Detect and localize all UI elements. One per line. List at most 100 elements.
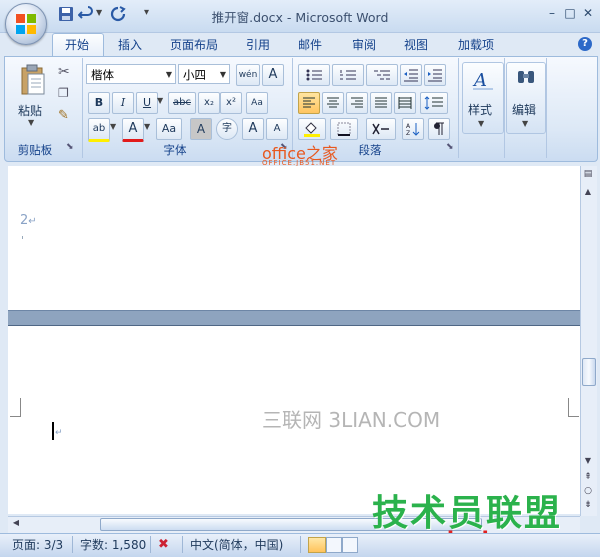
next-page-icon[interactable]: ⇟ (582, 500, 594, 512)
multilevel-list-button[interactable] (366, 64, 398, 86)
align-center-button[interactable] (322, 92, 344, 114)
maximize-button[interactable]: □ (562, 6, 578, 20)
character-shading-button[interactable]: A (190, 118, 212, 140)
paste-button[interactable]: 粘贴 ▼ (12, 62, 52, 130)
tab-addins[interactable]: 加载项 (450, 36, 502, 56)
status-word-count[interactable]: 字数: 1,580 (80, 537, 146, 553)
numbering-button[interactable] (332, 64, 364, 86)
distributed-button[interactable] (394, 92, 416, 114)
clear-formatting-button[interactable]: Aa (246, 92, 268, 114)
ruler-toggle-icon[interactable]: ▤ (582, 169, 594, 183)
tab-home[interactable]: 开始 (52, 36, 102, 56)
status-page[interactable]: 页面: 3/3 (12, 537, 63, 553)
scroll-left-icon[interactable]: ◀ (10, 518, 22, 530)
bullets-button[interactable] (298, 64, 330, 86)
font-name-value: 楷体 (91, 68, 114, 82)
paragraph-group-label: 段落 (358, 143, 382, 157)
tab-view[interactable]: 视图 (398, 36, 434, 56)
show-hide-marks-button[interactable] (428, 118, 450, 140)
office-button[interactable] (5, 3, 47, 45)
enclose-characters-button[interactable]: 字 (216, 118, 238, 140)
browse-object-icon[interactable]: ○ (582, 486, 594, 498)
page-gap (8, 310, 580, 327)
print-layout-view-icon[interactable] (308, 537, 326, 553)
increase-indent-button[interactable] (424, 64, 446, 86)
grow-font-button[interactable]: A (242, 118, 264, 140)
copy-icon[interactable]: ❐ (58, 86, 69, 100)
previous-page-icon[interactable]: ⇞ (582, 472, 594, 484)
font-name-combo[interactable]: 楷体 ▼ (86, 64, 176, 84)
align-right-button[interactable] (346, 92, 368, 114)
multilevel-list-icon (374, 70, 390, 80)
character-border-button[interactable]: A (262, 64, 284, 86)
svg-text:A: A (472, 70, 487, 91)
chinese-layout-icon (372, 123, 389, 135)
font-size-value: 小四 (183, 68, 206, 82)
cut-icon[interactable]: ✂ (58, 64, 70, 80)
change-case-button[interactable]: Aa (156, 118, 182, 140)
svg-text:A: A (406, 123, 411, 130)
tab-references[interactable]: 引用 (240, 36, 276, 56)
paragraph-mark-icon: ↵ (28, 216, 37, 227)
scroll-down-icon[interactable]: ▼ (582, 456, 594, 468)
styles-button[interactable]: A 样式 ▼ (462, 62, 504, 134)
align-left-button[interactable] (298, 92, 320, 114)
close-button[interactable]: ✕ (580, 6, 596, 20)
clipboard-launcher-icon[interactable]: ⬊ (66, 142, 74, 152)
help-icon[interactable]: ? (578, 37, 592, 51)
paragraph-shading-button[interactable] (298, 118, 326, 140)
tab-insert[interactable]: 插入 (110, 36, 150, 56)
sort-icon: AZ (406, 123, 420, 137)
corner-mark-left (20, 398, 21, 416)
status-separator (150, 536, 151, 553)
justify-button[interactable] (370, 92, 392, 114)
strikethrough-button[interactable]: abc (168, 92, 196, 114)
status-separator (300, 536, 301, 553)
proofing-errors-icon[interactable]: ✖ (158, 537, 178, 553)
scroll-up-icon[interactable]: ▲ (582, 187, 594, 199)
italic-button[interactable]: I (112, 92, 134, 114)
paste-icon (21, 64, 45, 95)
highlight-button[interactable]: ab (88, 118, 110, 142)
font-color-button[interactable]: A (122, 118, 144, 142)
bold-button[interactable]: B (88, 92, 110, 114)
minimize-button[interactable]: – (544, 6, 560, 20)
styles-label: 样式 (468, 103, 493, 117)
superscript-button[interactable]: x² (220, 92, 242, 114)
editing-label: 编辑 (512, 103, 537, 117)
phonetic-guide-button[interactable]: wén (236, 64, 260, 86)
shrink-font-button[interactable]: A (266, 118, 288, 140)
underline-button[interactable]: U (136, 92, 158, 114)
highlight-dropdown-icon[interactable]: ▼ (110, 122, 116, 131)
status-separator (72, 536, 73, 553)
format-painter-icon[interactable]: ✎ (58, 108, 69, 123)
decrease-indent-icon (404, 69, 418, 82)
borders-button[interactable] (330, 118, 358, 140)
underline-dropdown-icon[interactable]: ▼ (157, 96, 163, 105)
decrease-indent-button[interactable] (400, 64, 422, 86)
tab-page-layout[interactable]: 页面布局 (162, 36, 226, 56)
tab-review[interactable]: 审阅 (346, 36, 382, 56)
vertical-scroll-thumb[interactable] (582, 358, 596, 386)
web-layout-icon[interactable] (342, 537, 358, 553)
full-screen-reading-icon[interactable] (326, 537, 342, 553)
sort-button[interactable]: AZ (402, 118, 424, 140)
subscript-button[interactable]: x₂ (198, 92, 220, 114)
font-size-combo[interactable]: 小四 ▼ (178, 64, 230, 84)
tab-mailings[interactable]: 邮件 (292, 36, 328, 56)
window-title: 推开窗.docx - Microsoft Word (211, 10, 389, 25)
line-spacing-button[interactable] (420, 92, 448, 114)
font-group-label: 字体 (163, 143, 187, 157)
status-language[interactable]: 中文(简体，中国) (190, 537, 283, 553)
text-cursor (52, 422, 54, 440)
font-name-dropdown-icon[interactable]: ▼ (166, 65, 172, 85)
document-page-top[interactable] (8, 166, 580, 310)
chinese-layout-button[interactable] (366, 118, 396, 140)
paragraph-launcher-icon[interactable]: ⬊ (446, 142, 454, 152)
editing-button[interactable]: 编辑 ▼ (506, 62, 546, 134)
clipboard-group-label: 剪贴板 (17, 143, 53, 157)
font-size-dropdown-icon[interactable]: ▼ (220, 65, 226, 85)
font-color-dropdown-icon[interactable]: ▼ (144, 122, 150, 131)
margin-mark (22, 236, 23, 239)
corner-mark-right (568, 398, 569, 416)
